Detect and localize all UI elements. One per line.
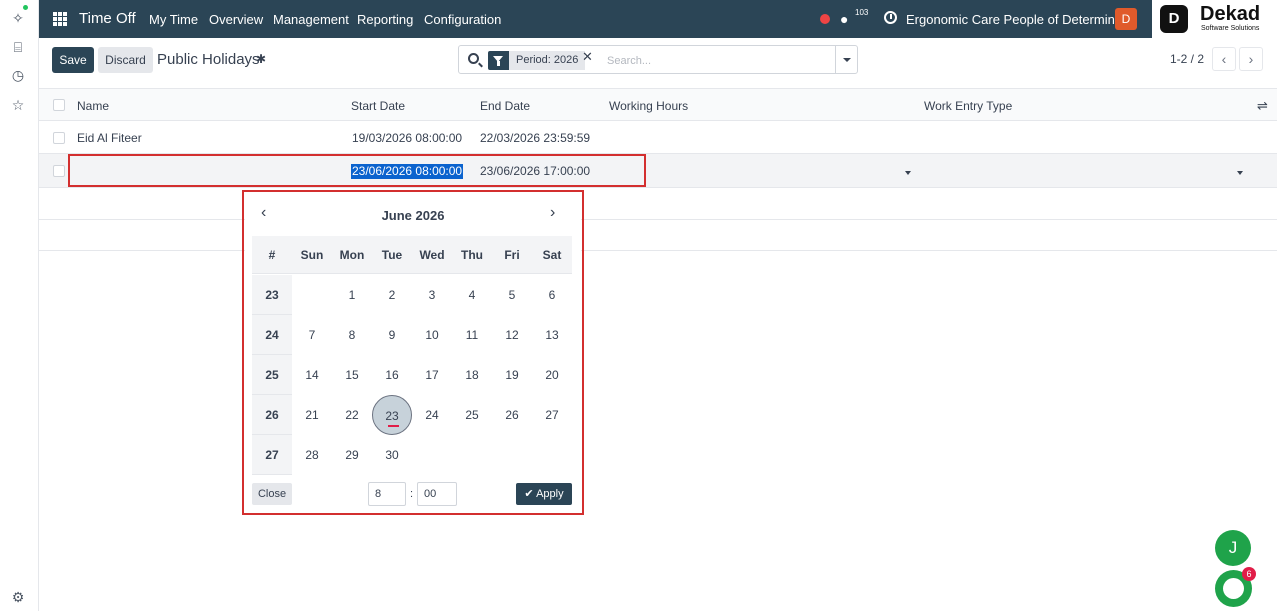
row-checkbox[interactable] xyxy=(53,132,65,144)
search-divider xyxy=(835,46,836,73)
column-end-date[interactable]: End Date xyxy=(480,99,530,113)
menu-management[interactable]: Management xyxy=(273,12,349,27)
column-options-icon[interactable]: ⇌ xyxy=(1257,98,1268,114)
chat-icon[interactable]: ● xyxy=(840,11,848,27)
top-navbar: Time Off My Time Overview Management Rep… xyxy=(39,0,1277,38)
left-rail: ✧ ⌸ ◷ ☆ ⚙ xyxy=(0,0,39,611)
assistant-button[interactable]: J xyxy=(1215,530,1251,566)
table-row[interactable]: Eid Al Fiteer 19/03/2026 08:00:00 22/03/… xyxy=(39,121,1277,154)
brand-tagline: Software Solutions xyxy=(1201,25,1260,32)
select-all-checkbox[interactable] xyxy=(53,99,65,111)
recording-dot-icon[interactable] xyxy=(820,14,830,24)
cell-start-date: 19/03/2026 08:00:00 xyxy=(352,131,463,145)
discard-button[interactable]: Discard xyxy=(98,47,153,73)
star-icon[interactable]: ☆ xyxy=(9,96,27,114)
column-name[interactable]: Name xyxy=(77,99,109,113)
column-working-hours[interactable]: Working Hours xyxy=(609,99,688,113)
sparkle-icon[interactable]: ✧ xyxy=(9,9,27,27)
chevron-left-icon[interactable]: ‹ xyxy=(1212,47,1236,71)
user-avatar[interactable]: D xyxy=(1115,8,1137,30)
search-icon[interactable] xyxy=(468,53,479,64)
cell-name: Eid Al Fiteer xyxy=(77,131,142,145)
activity-clock-icon[interactable] xyxy=(884,11,897,24)
menu-overview[interactable]: Overview xyxy=(209,12,263,27)
search-bar: Period: 2026 ✕ xyxy=(458,45,858,74)
column-work-entry-type[interactable]: Work Entry Type xyxy=(924,99,1012,113)
filter-icon xyxy=(488,51,509,70)
chevron-down-icon[interactable] xyxy=(843,58,851,62)
cell-end-date: 22/03/2026 23:59:59 xyxy=(480,131,591,145)
save-button[interactable]: Save xyxy=(52,47,94,73)
search-facet: Period: 2026 xyxy=(509,51,586,70)
search-input[interactable] xyxy=(607,51,827,70)
brand-name: Dekad xyxy=(1200,3,1261,25)
chevron-right-icon[interactable]: › xyxy=(1239,47,1263,71)
settings-icon[interactable]: ⚙ xyxy=(9,588,27,606)
list-header: Name Start Date End Date Working Hours W… xyxy=(39,88,1277,121)
chat-count-badge: 103 xyxy=(855,8,869,17)
clock-icon[interactable]: ◷ xyxy=(9,66,27,84)
menu-configuration[interactable]: Configuration xyxy=(424,12,501,27)
page-title: Public Holidays xyxy=(157,51,260,68)
row-checkbox[interactable] xyxy=(53,165,65,177)
column-start-date[interactable]: Start Date xyxy=(351,99,405,113)
highlight-box-picker xyxy=(242,190,584,515)
people-badge: 6 xyxy=(1242,567,1256,581)
building-icon[interactable]: ⌸ xyxy=(9,38,27,56)
empty-row xyxy=(39,220,1277,251)
menu-my-time[interactable]: My Time xyxy=(149,12,198,27)
menu-reporting[interactable]: Reporting xyxy=(357,12,413,27)
empty-row xyxy=(39,188,1277,220)
apps-grid-icon[interactable] xyxy=(53,12,67,26)
pager-value[interactable]: 1-2 / 2 xyxy=(1170,52,1204,66)
highlight-box-row xyxy=(68,154,646,187)
chevron-down-icon[interactable] xyxy=(1237,171,1243,175)
brand-logo: D Dekad Software Solutions xyxy=(1152,0,1277,38)
gear-icon[interactable]: ✱ xyxy=(256,52,266,66)
company-switcher[interactable]: Ergonomic Care People of Determina... xyxy=(906,12,1133,27)
status-dot xyxy=(23,5,28,10)
chevron-down-icon[interactable] xyxy=(905,171,911,175)
close-icon[interactable]: ✕ xyxy=(582,49,593,65)
brand-logo-icon: D xyxy=(1160,5,1188,33)
app-title[interactable]: Time Off xyxy=(79,10,136,27)
